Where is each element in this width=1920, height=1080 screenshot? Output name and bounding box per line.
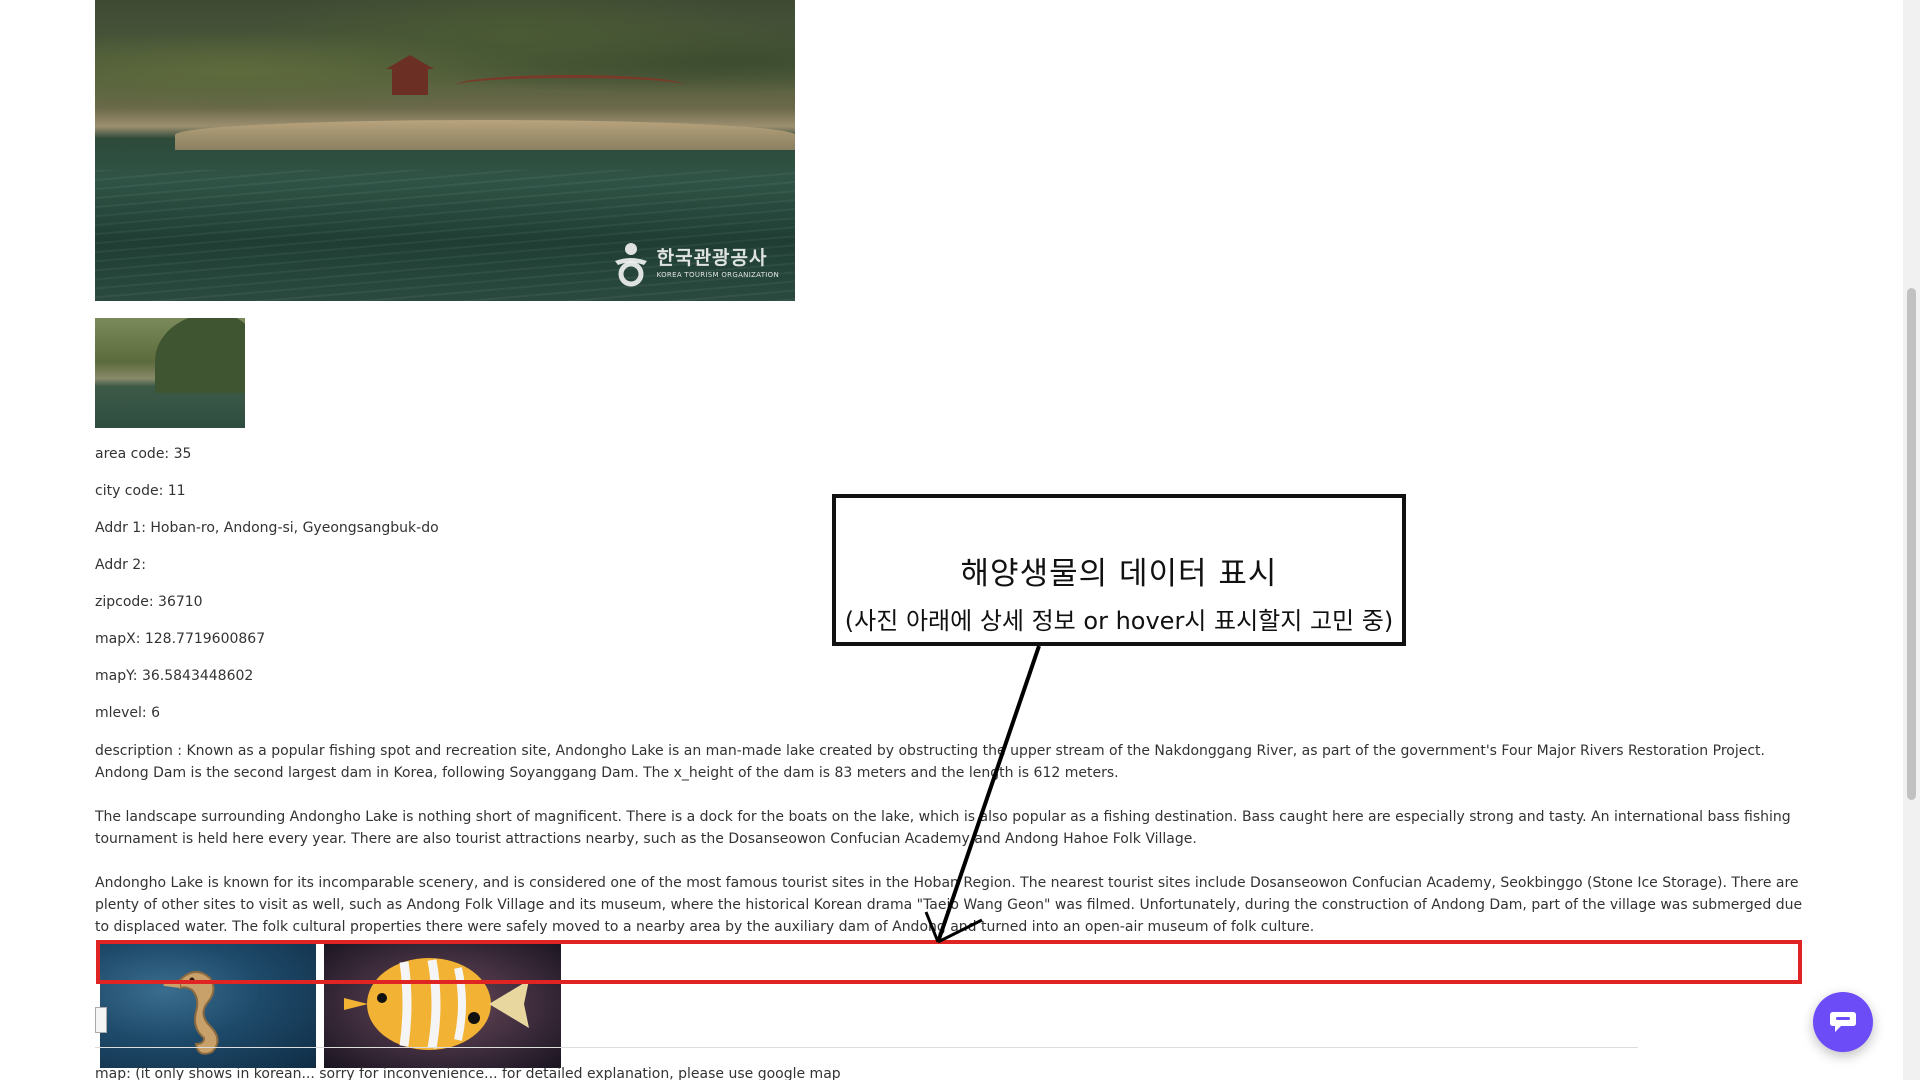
map-y: mapY: 36.5843448602 xyxy=(95,668,254,684)
annotation-callout: 해양생물의 데이터 표시 (사진 아래에 상세 정보 or hover시 표시할… xyxy=(832,494,1406,646)
map-note: map: (it only shows in korean... sorry f… xyxy=(95,1066,841,1080)
city-code: city code: 11 xyxy=(95,483,186,499)
addr-1: Addr 1: Hoban-ro, Andong-si, Gyeongsangb… xyxy=(95,520,439,536)
description-paragraph: description : Known as a popular fishing… xyxy=(95,743,1765,781)
m-level: mlevel: 6 xyxy=(95,705,161,721)
callout-title: 해양생물의 데이터 표시 xyxy=(960,556,1278,592)
description: description : Known as a popular fishing… xyxy=(95,740,1805,960)
watermark-korean: 한국관광공사 xyxy=(656,247,768,269)
thumbnail-image[interactable] xyxy=(95,318,245,428)
description-paragraph: The landscape surrounding Andongho Lake … xyxy=(95,809,1791,847)
scrollbar-thumb[interactable] xyxy=(1907,288,1916,800)
addr-2: Addr 2: xyxy=(95,557,146,573)
chat-button[interactable] xyxy=(1813,992,1873,1052)
hidden-button[interactable] xyxy=(95,1007,107,1033)
map-x: mapX: 128.7719600867 xyxy=(95,631,266,647)
zipcode: zipcode: 36710 xyxy=(95,594,203,610)
chat-bubble-icon xyxy=(1830,1012,1856,1032)
watermark-english: KOREA TOURISM ORGANIZATION xyxy=(656,271,779,279)
main-photo: 한국관광공사 KOREA TOURISM ORGANIZATION xyxy=(95,0,795,301)
annotation-red-box xyxy=(96,940,1802,984)
area-code: area code: 35 xyxy=(95,446,192,462)
description-paragraph: Andongho Lake is known for its incompara… xyxy=(95,875,1803,935)
page: 한국관광공사 KOREA TOURISM ORGANIZATION area c… xyxy=(0,0,1920,1080)
vertical-scrollbar[interactable] xyxy=(1903,0,1920,1080)
callout-subtitle: (사진 아래에 상세 정보 or hover시 표시할지 고민 중) xyxy=(844,607,1394,635)
kto-logo-icon xyxy=(611,241,651,287)
bridge xyxy=(455,75,685,96)
watermark: 한국관광공사 KOREA TOURISM ORGANIZATION xyxy=(611,241,779,287)
divider xyxy=(95,1047,1638,1048)
